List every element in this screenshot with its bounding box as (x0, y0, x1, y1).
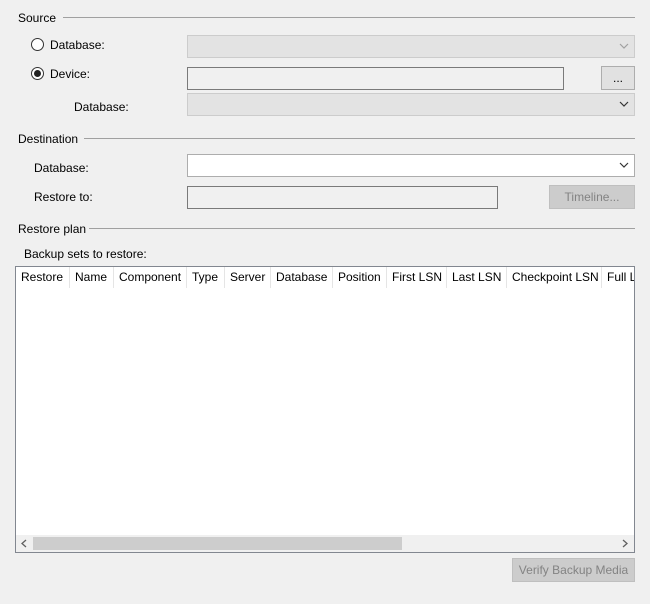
source-section-title: Source (18, 11, 57, 25)
source-section-divider (63, 17, 635, 18)
chevron-down-icon (619, 162, 629, 168)
column-header-last-lsn[interactable]: Last LSN (447, 267, 507, 288)
horizontal-scrollbar[interactable] (16, 535, 634, 552)
grid-header-row: Restore Name Component Type Server Datab… (16, 267, 634, 288)
source-database-combo (187, 35, 635, 58)
column-header-position[interactable]: Position (333, 267, 387, 288)
chevron-right-icon (622, 539, 628, 548)
source-device-radio[interactable] (31, 67, 44, 80)
device-path-field[interactable] (187, 67, 564, 90)
restore-to-field[interactable] (187, 186, 498, 209)
timeline-button[interactable]: Timeline... (549, 185, 635, 209)
source-database-radio[interactable] (31, 38, 44, 51)
destination-database-combo[interactable] (187, 154, 635, 177)
column-header-full-lsn[interactable]: Full LSN (602, 267, 634, 288)
destination-section-title: Destination (18, 132, 79, 146)
restore-plan-section-divider (89, 228, 635, 229)
column-header-database[interactable]: Database (271, 267, 333, 288)
destination-section-divider (84, 138, 635, 139)
device-database-label: Database: (74, 100, 129, 114)
column-header-checkpoint-lsn[interactable]: Checkpoint LSN (507, 267, 602, 288)
scrollbar-thumb[interactable] (33, 537, 402, 550)
chevron-left-icon (21, 539, 27, 548)
radio-selected-dot (34, 70, 41, 77)
scroll-left-button[interactable] (16, 535, 33, 552)
backup-sets-label: Backup sets to restore: (24, 247, 147, 261)
backup-sets-grid[interactable]: Restore Name Component Type Server Datab… (15, 266, 635, 553)
scroll-right-button[interactable] (617, 535, 634, 552)
source-device-label[interactable]: Device: (50, 67, 90, 81)
verify-backup-media-button[interactable]: Verify Backup Media (512, 558, 635, 582)
source-database-label[interactable]: Database: (50, 38, 105, 52)
column-header-first-lsn[interactable]: First LSN (387, 267, 447, 288)
device-database-combo[interactable] (187, 93, 635, 116)
column-header-name[interactable]: Name (70, 267, 114, 288)
chevron-down-icon (619, 101, 629, 107)
column-header-restore[interactable]: Restore (16, 267, 70, 288)
column-header-component[interactable]: Component (114, 267, 187, 288)
chevron-down-icon (619, 43, 629, 49)
restore-to-label: Restore to: (34, 190, 93, 204)
column-header-type[interactable]: Type (187, 267, 225, 288)
destination-database-label: Database: (34, 161, 89, 175)
column-header-server[interactable]: Server (225, 267, 271, 288)
restore-plan-section-title: Restore plan (18, 222, 87, 236)
browse-device-button[interactable]: ... (601, 66, 635, 90)
